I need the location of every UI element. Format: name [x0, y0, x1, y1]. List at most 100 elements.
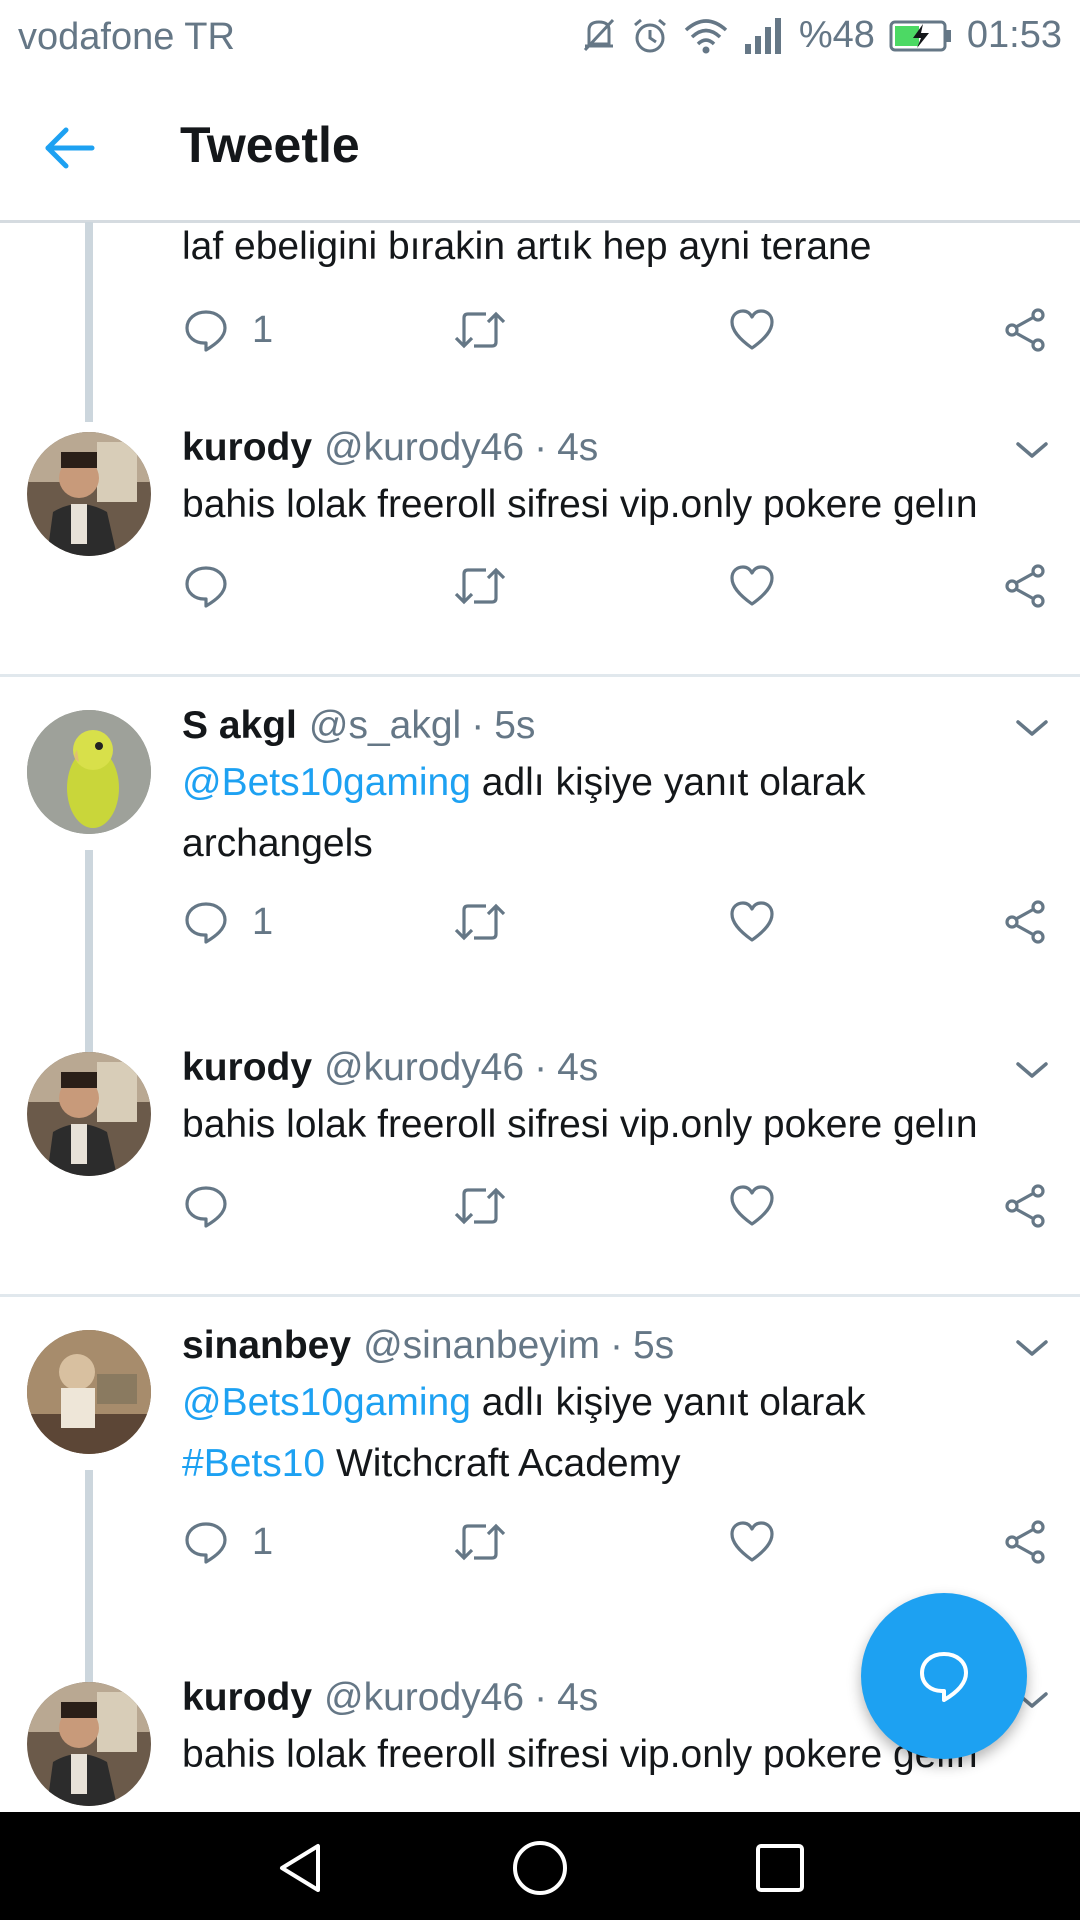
retweet-button[interactable] — [452, 556, 508, 616]
home-circle-icon — [513, 1841, 567, 1895]
tweet-text: laf ebeligini bırakin artık hep ayni ter… — [182, 225, 872, 268]
mention-link[interactable]: @Bets10gaming — [182, 761, 471, 804]
nav-home-button[interactable] — [510, 1838, 570, 1898]
reply-button[interactable]: 1 — [182, 1512, 273, 1572]
page-title: Tweetle — [180, 117, 360, 173]
compose-reply-icon — [920, 1652, 968, 1702]
tweet-text: bahis lolak freeroll sifresi vip.only po… — [182, 483, 978, 526]
retweet-icon — [454, 903, 506, 941]
author-name[interactable]: kurody — [182, 426, 312, 469]
reply-context: @Bets10gaming adlı kişiye yanıt olarak — [182, 1372, 865, 1433]
reply-count: 1 — [252, 900, 274, 943]
tweet-item[interactable]: laf ebeligini bırakin artık hep ayni ter… — [0, 222, 1080, 422]
avatar[interactable] — [27, 432, 151, 556]
mention-link[interactable]: @Bets10gaming — [182, 1381, 471, 1424]
author-handle[interactable]: @sinanbeyim — [363, 1324, 600, 1367]
retweet-icon — [454, 567, 506, 605]
tweet-text: bahis lolak freeroll sifresi vip.only po… — [182, 1103, 978, 1146]
avatar[interactable] — [27, 1682, 151, 1806]
tweet-time: 5s — [494, 704, 536, 747]
chevron-down-icon[interactable] — [1014, 1058, 1050, 1082]
separator-dot: · — [534, 1676, 548, 1719]
like-button[interactable] — [728, 1176, 776, 1236]
heart-icon — [730, 901, 774, 942]
system-nav-bar — [0, 1812, 1080, 1920]
share-button[interactable] — [1002, 892, 1050, 952]
author-name[interactable]: kurody — [182, 1046, 312, 1089]
avatar[interactable] — [27, 1052, 151, 1176]
nav-back-button[interactable] — [270, 1838, 330, 1898]
separator-dot: · — [534, 426, 548, 469]
share-button[interactable] — [1002, 1512, 1050, 1572]
signal-icon — [743, 16, 785, 56]
clock-time: 01:53 — [966, 14, 1062, 56]
heart-icon — [730, 1521, 774, 1562]
like-button[interactable] — [728, 892, 776, 952]
chevron-down-icon[interactable] — [1014, 438, 1050, 462]
reply-icon — [185, 566, 227, 608]
retweet-button[interactable] — [452, 1512, 508, 1572]
tweet-feed[interactable]: laf ebeligini bırakin artık hep ayni ter… — [0, 222, 1080, 1812]
tweet-actions — [182, 1176, 1052, 1236]
tweet-item[interactable]: S akgl @s_akgl · 5s @Bets10gaming adlı kişi… — [0, 704, 1080, 1080]
tweet-time: 4s — [557, 1676, 599, 1719]
like-button[interactable] — [728, 300, 776, 360]
compose-reply-button[interactable] — [861, 1593, 1027, 1759]
retweet-icon — [454, 1187, 506, 1225]
separator-dot: · — [609, 1324, 623, 1367]
hashtag-link[interactable]: #Bets10 — [182, 1442, 325, 1485]
author-handle[interactable]: @s_akgl — [309, 704, 461, 747]
share-icon — [1005, 1520, 1045, 1564]
reply-icon — [185, 1186, 227, 1228]
back-button[interactable] — [40, 120, 100, 176]
nav-recents-button[interactable] — [750, 1838, 810, 1898]
avatar[interactable] — [27, 710, 151, 834]
battery-percent: %48 — [798, 14, 875, 56]
separator-dot: · — [534, 1046, 548, 1089]
share-button[interactable] — [1002, 556, 1050, 616]
tweet-header: kurody @kurody46 · 4s — [182, 1046, 598, 1090]
tweet-item[interactable]: kurody @kurody46 · 4s bahis lolak freeroll … — [0, 426, 1080, 682]
author-handle[interactable]: @kurody46 — [324, 1046, 524, 1089]
tweet-body: Witchcraft Academy — [335, 1442, 681, 1485]
status-icons: %48 01:53 — [581, 14, 1062, 57]
chevron-down-icon[interactable] — [1014, 1336, 1050, 1360]
reply-button[interactable] — [182, 556, 230, 616]
alarm-icon — [631, 16, 669, 56]
author-name[interactable]: kurody — [182, 1676, 312, 1719]
separator-dot: · — [471, 704, 485, 747]
app-bar: Tweetle — [0, 74, 1080, 223]
tweet-header: kurody @kurody46 · 4s — [182, 426, 598, 470]
share-icon — [1005, 564, 1045, 608]
reply-button[interactable]: 1 — [182, 300, 273, 360]
tweet-time: 4s — [557, 426, 599, 469]
reply-button[interactable] — [182, 1176, 230, 1236]
retweet-button[interactable] — [452, 1176, 508, 1236]
heart-icon — [730, 309, 774, 350]
author-name[interactable]: sinanbey — [182, 1324, 351, 1367]
tweet-text: #Bets10 Witchcraft Academy — [182, 1433, 681, 1494]
share-icon — [1005, 1184, 1045, 1228]
thread-line — [85, 850, 93, 1080]
author-name[interactable]: S akgl — [182, 704, 297, 747]
reply-button[interactable]: 1 — [182, 892, 273, 952]
retweet-button[interactable] — [452, 300, 508, 360]
retweet-button[interactable] — [452, 892, 508, 952]
like-button[interactable] — [728, 556, 776, 616]
share-button[interactable] — [1002, 300, 1050, 360]
reply-icon — [185, 1522, 227, 1564]
tweet-header: sinanbey @sinanbeyim · 5s — [182, 1324, 674, 1368]
tweet-actions: 1 — [182, 300, 1052, 360]
tweet-time: 4s — [557, 1046, 599, 1089]
tweet-text: bahis lolak freeroll sifresi vip.only po… — [182, 1733, 978, 1776]
tweet-item[interactable]: kurody @kurody46 · 4s bahis lolak freeroll … — [0, 1046, 1080, 1302]
like-button[interactable] — [728, 1512, 776, 1572]
chevron-down-icon[interactable] — [1014, 716, 1050, 740]
heart-icon — [730, 565, 774, 606]
carrier-label: vodafone TR — [18, 16, 235, 58]
share-icon — [1005, 900, 1045, 944]
avatar[interactable] — [27, 1330, 151, 1454]
author-handle[interactable]: @kurody46 — [324, 1676, 524, 1719]
author-handle[interactable]: @kurody46 — [324, 426, 524, 469]
share-button[interactable] — [1002, 1176, 1050, 1236]
